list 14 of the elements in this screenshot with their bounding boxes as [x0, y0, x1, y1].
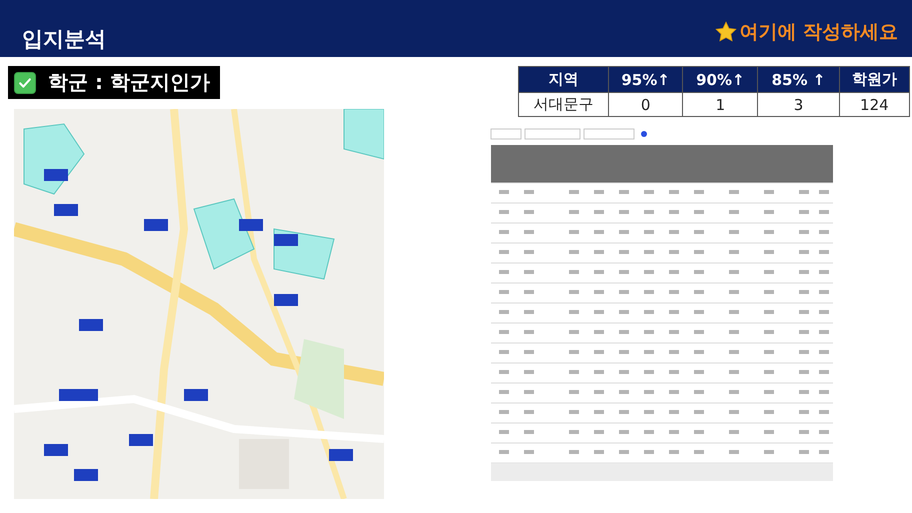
placeholder-note: 여기에 작성하세요 — [739, 20, 898, 45]
column-header: 지역 — [518, 66, 608, 92]
table-cell: 서대문구 — [518, 92, 608, 116]
table-cell: 3 — [758, 92, 840, 116]
column-header: 학원가 — [839, 66, 910, 92]
star-icon — [715, 21, 738, 43]
column-header: 85% ↑ — [758, 66, 840, 92]
table-cell: 0 — [608, 92, 683, 116]
table-cell: 1 — [682, 92, 758, 116]
column-header: 95%↑ — [608, 66, 683, 92]
table-cell: 124 — [839, 92, 910, 116]
page-title: 입지분석 — [22, 26, 106, 53]
column-header: 90%↑ — [682, 66, 758, 92]
section-label: 학군 : 학군지인가 — [48, 69, 210, 96]
